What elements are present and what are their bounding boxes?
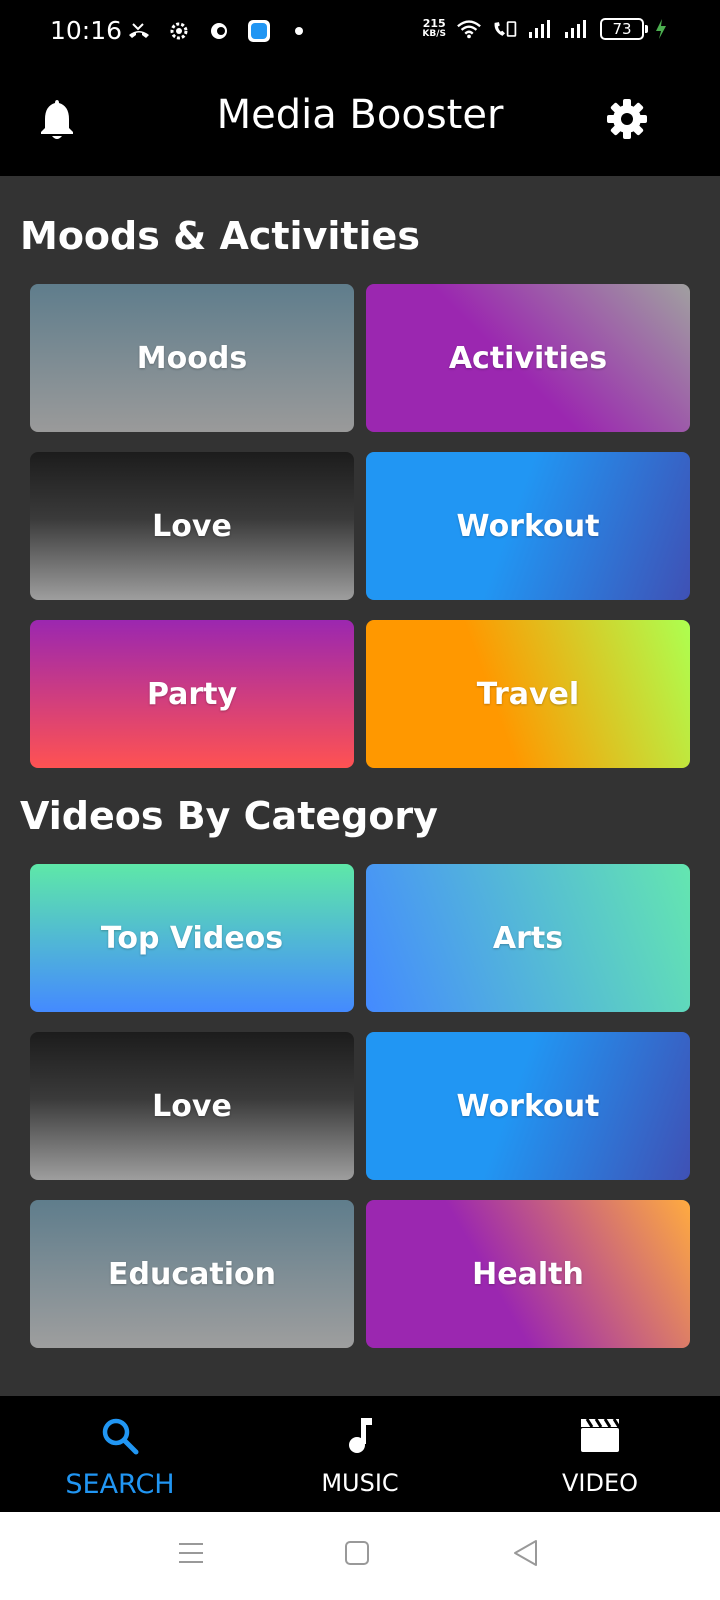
- missed-call-icon: [126, 18, 152, 44]
- back-icon: [512, 1539, 538, 1572]
- moods-grid: Moods Activities Love Workout Party Trav…: [30, 284, 690, 768]
- battery-icon: 73: [600, 18, 648, 40]
- nav-video-label: VIDEO: [561, 1469, 639, 1497]
- system-home-button[interactable]: [342, 1540, 372, 1570]
- tile-activities[interactable]: Activities: [366, 284, 690, 432]
- main-content[interactable]: Moods & Activities Moods Activities Love…: [0, 176, 720, 1396]
- nav-video[interactable]: VIDEO: [480, 1396, 720, 1512]
- net-speed: 215 KB/S: [422, 18, 446, 40]
- app-notification-icon: [206, 18, 232, 44]
- tile-love[interactable]: Love: [30, 452, 354, 600]
- videos-grid: Top Videos Arts Love Workout Education H…: [30, 864, 690, 1348]
- app-badge-icon: [246, 18, 272, 44]
- tile-moods[interactable]: Moods: [30, 284, 354, 432]
- net-speed-value: 215: [422, 17, 446, 30]
- dot-icon: [286, 18, 312, 44]
- status-time: 10:16: [50, 16, 123, 45]
- status-left-icons: [126, 18, 312, 44]
- tile-workout[interactable]: Workout: [366, 452, 690, 600]
- system-nav-bar: [0, 1512, 720, 1600]
- status-bar: 10:16 215 KB/S 73: [0, 0, 720, 64]
- volte-icon: [492, 16, 518, 42]
- system-menu-button[interactable]: [176, 1540, 206, 1570]
- music-note-icon: [340, 1416, 380, 1461]
- status-right-icons: 215 KB/S 73: [422, 16, 668, 42]
- bottom-nav: SEARCH MUSIC VIDEO: [0, 1396, 720, 1512]
- clapperboard-icon: [579, 1416, 621, 1461]
- tile-health[interactable]: Health: [366, 1200, 690, 1348]
- net-speed-unit: KB/S: [422, 29, 446, 39]
- settings-button[interactable]: [604, 98, 650, 144]
- settings-cog-icon: [166, 18, 192, 44]
- app-bar: Media Booster: [0, 64, 720, 176]
- gear-icon: [606, 98, 648, 145]
- nav-music[interactable]: MUSIC: [240, 1396, 480, 1512]
- tile-love-videos[interactable]: Love: [30, 1032, 354, 1180]
- section-title-moods: Moods & Activities: [20, 214, 420, 258]
- nav-search-label: SEARCH: [65, 1469, 175, 1500]
- tile-education[interactable]: Education: [30, 1200, 354, 1348]
- home-icon: [344, 1540, 370, 1571]
- signal-2-icon: [564, 16, 590, 42]
- tile-top-videos[interactable]: Top Videos: [30, 864, 354, 1012]
- search-icon: [100, 1416, 140, 1461]
- menu-icon: [178, 1541, 204, 1570]
- tile-travel[interactable]: Travel: [366, 620, 690, 768]
- charging-icon: [654, 16, 668, 42]
- signal-1-icon: [528, 16, 554, 42]
- system-back-button[interactable]: [510, 1539, 540, 1572]
- tile-workout-videos[interactable]: Workout: [366, 1032, 690, 1180]
- tile-party[interactable]: Party: [30, 620, 354, 768]
- section-title-videos: Videos By Category: [20, 794, 438, 838]
- nav-search[interactable]: SEARCH: [0, 1396, 240, 1512]
- tile-arts[interactable]: Arts: [366, 864, 690, 1012]
- nav-music-label: MUSIC: [321, 1469, 399, 1497]
- wifi-icon: [456, 16, 482, 42]
